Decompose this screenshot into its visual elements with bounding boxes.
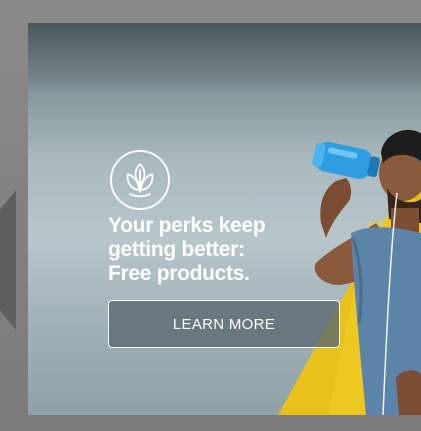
carousel-prev-tab[interactable] (0, 190, 16, 330)
promo-headline: Your perks keep getting better: Free pro… (108, 214, 328, 286)
promo-banner[interactable]: Your perks keep getting better: Free pro… (28, 23, 421, 415)
headline-line-1: Your perks keep (108, 214, 266, 237)
learn-more-button[interactable]: LEARN MORE (108, 300, 340, 348)
headline-line-3: Free products. (108, 262, 250, 285)
leaf-sprout-icon (110, 150, 170, 210)
headline-line-2: getting better: (108, 238, 245, 261)
